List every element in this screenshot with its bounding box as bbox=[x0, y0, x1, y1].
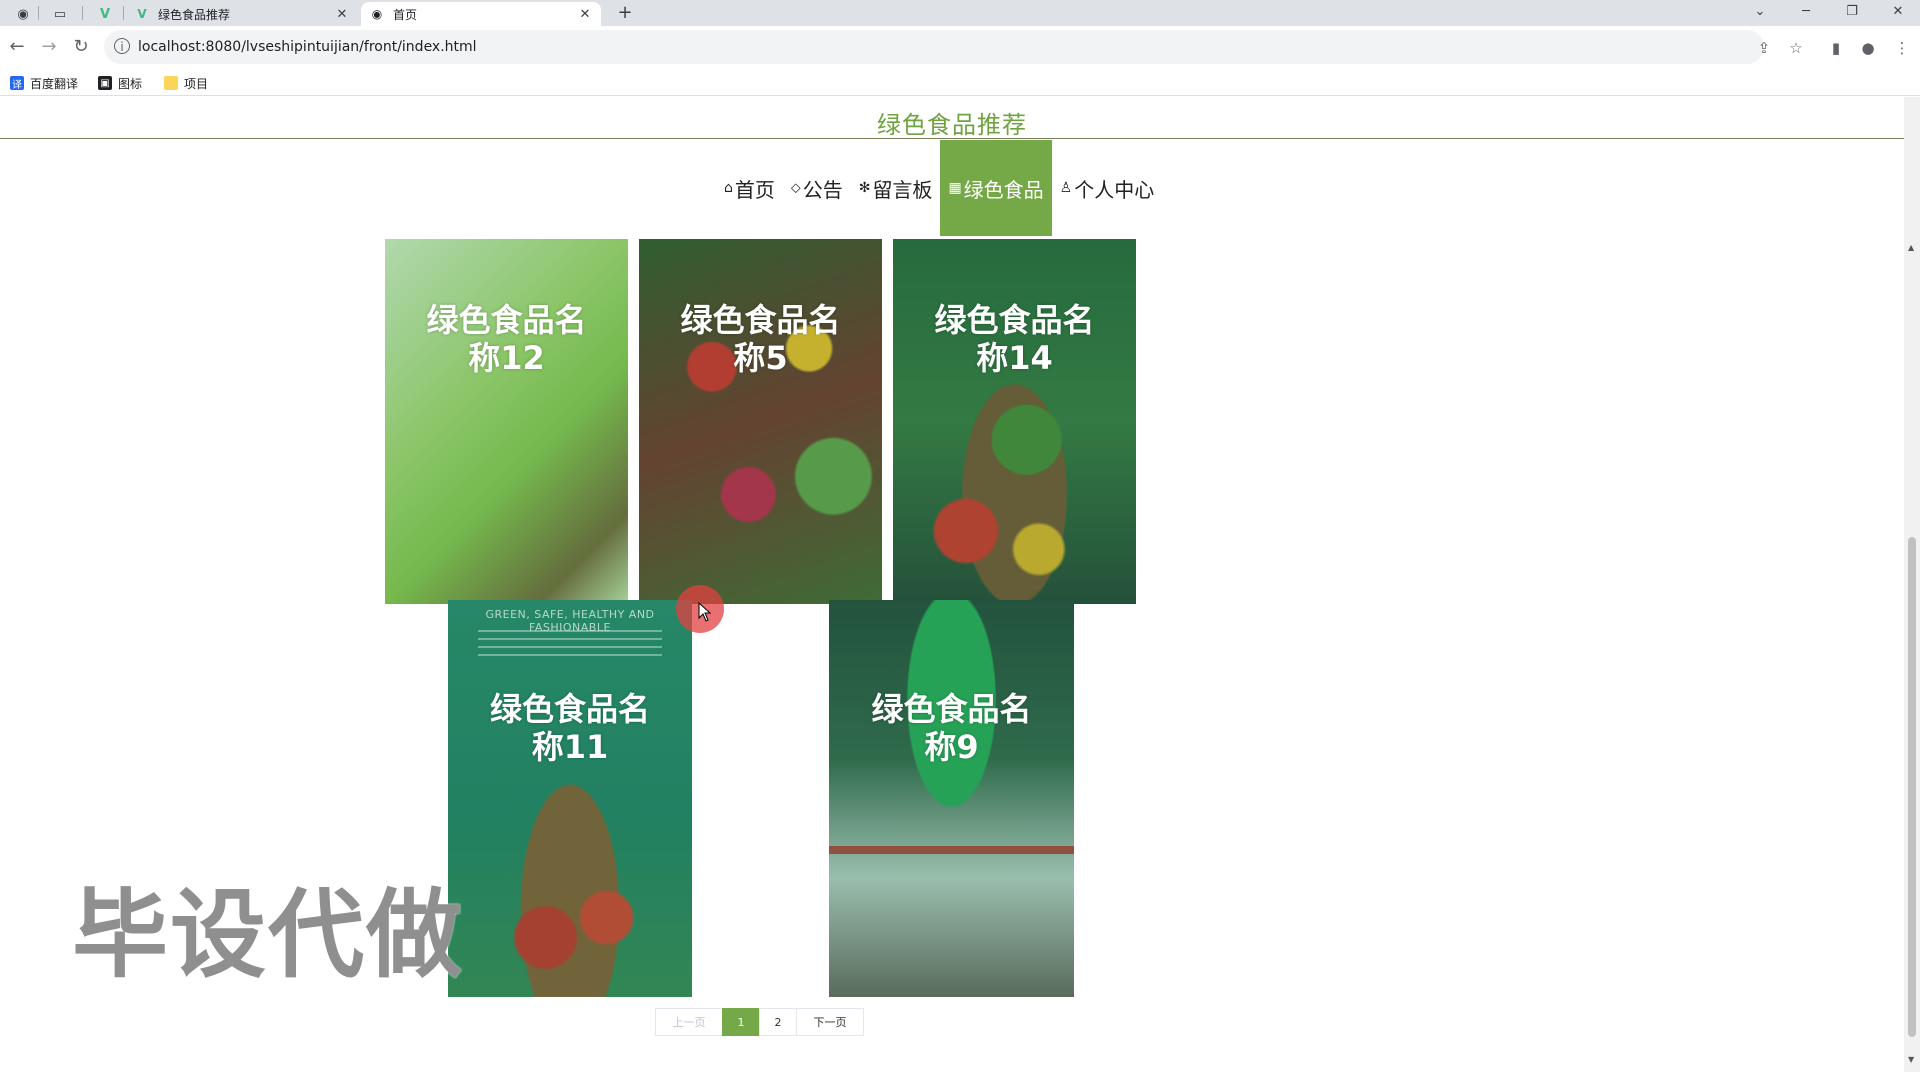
share-icon[interactable]: ⇪ bbox=[1754, 38, 1774, 58]
translate-icon: 译 bbox=[10, 76, 24, 91]
bookmarks-bar: 译 百度翻译 ▣ 图标 项目 bbox=[0, 70, 1920, 96]
tab-separator bbox=[82, 6, 83, 20]
bookmark-label: 图标 bbox=[118, 76, 143, 91]
product-name: 绿色食品名 称12 bbox=[426, 301, 587, 377]
window-close-button[interactable]: ✕ bbox=[1876, 0, 1920, 26]
product-card[interactable]: GREEN, SAFE, HEALTHY AND FASHIONABLE 绿色食… bbox=[448, 600, 692, 997]
product-card[interactable]: 绿色食品名 称9 bbox=[829, 600, 1074, 997]
reload-icon[interactable]: ↻ bbox=[70, 36, 92, 58]
image-overlay bbox=[639, 239, 882, 604]
mouse-cursor-icon bbox=[698, 602, 712, 622]
browser-tab-bar: ◉ ▭ V V 绿色食品推荐 ✕ ◉ 首页 ✕ + ⌄ ─ ❐ ✕ bbox=[0, 0, 1920, 26]
page-2-button[interactable]: 2 bbox=[759, 1008, 797, 1036]
product-name: 绿色食品名 称11 bbox=[489, 690, 650, 766]
blank-tab-icon[interactable]: ▭ bbox=[45, 2, 75, 26]
url-text[interactable]: localhost:8080/lvseshipintuijian/front/i… bbox=[138, 39, 477, 55]
product-card[interactable]: 绿色食品名 称12 bbox=[385, 239, 628, 604]
bookmark-label: 百度翻译 bbox=[30, 76, 79, 91]
site-info-icon[interactable]: i bbox=[114, 38, 130, 54]
image-icon: ▣ bbox=[98, 76, 112, 90]
tab-separator bbox=[123, 6, 124, 20]
bookmark-star-icon[interactable]: ☆ bbox=[1786, 38, 1806, 58]
folder-icon bbox=[164, 76, 178, 90]
tab-close-icon[interactable]: ✕ bbox=[334, 7, 350, 22]
tab-lvse-tuijian[interactable]: V 绿色食品推荐 ✕ bbox=[126, 2, 358, 26]
scrollbar-thumb[interactable] bbox=[1908, 537, 1916, 1037]
product-name: 绿色食品名 称5 bbox=[680, 301, 841, 377]
bookmark-label: 项目 bbox=[184, 76, 209, 91]
pagination: 上一页 1 2 下一页 bbox=[655, 1008, 864, 1036]
next-page-button[interactable]: 下一页 bbox=[796, 1008, 864, 1036]
product-name: 绿色食品名 称9 bbox=[871, 690, 1032, 766]
image-overlay bbox=[448, 600, 692, 997]
vertical-scrollbar[interactable]: ▲ ▼ bbox=[1904, 97, 1920, 1072]
prev-page-button[interactable]: 上一页 bbox=[655, 1008, 723, 1036]
tab-close-icon[interactable]: ✕ bbox=[577, 7, 593, 22]
restore-button[interactable]: ❐ bbox=[1830, 0, 1874, 26]
page-content: 绿色食品推荐 ⌂ 首页 ⬦ 公告 ✻ 留言板 ▦ 绿色食品 ♙ 个人中心 绿色食… bbox=[0, 97, 1904, 1072]
product-card[interactable]: 绿色食品名 称14 bbox=[893, 239, 1136, 604]
back-arrow-icon[interactable]: ← bbox=[6, 36, 28, 58]
bookmark-xiangmu[interactable]: 项目 bbox=[164, 74, 208, 92]
scroll-down-icon[interactable]: ▼ bbox=[1908, 1055, 1914, 1064]
tab-search-dropdown-icon[interactable]: ⌄ bbox=[1738, 0, 1782, 26]
tab-shouye[interactable]: ◉ 首页 ✕ bbox=[361, 2, 601, 26]
bookmark-baidu-fanyi[interactable]: 译 百度翻译 bbox=[10, 74, 78, 92]
globe-icon[interactable]: ◉ bbox=[8, 2, 38, 26]
tab-title: 绿色食品推荐 bbox=[158, 7, 231, 22]
image-overlay bbox=[385, 239, 628, 604]
profile-icon[interactable]: ● bbox=[1858, 38, 1878, 58]
tab-separator bbox=[38, 6, 39, 20]
page-1-button[interactable]: 1 bbox=[722, 1008, 760, 1036]
menu-kebab-icon[interactable]: ⋮ bbox=[1892, 38, 1912, 58]
new-tab-button[interactable]: + bbox=[614, 3, 636, 25]
vue-tab-icon[interactable]: V bbox=[90, 2, 120, 26]
product-name: 绿色食品名 称14 bbox=[934, 301, 1095, 377]
tab-title: 首页 bbox=[393, 7, 418, 22]
minimize-button[interactable]: ─ bbox=[1784, 0, 1828, 26]
image-overlay bbox=[829, 600, 1074, 997]
forward-arrow-icon[interactable]: → bbox=[38, 36, 60, 58]
address-bar[interactable]: i localhost:8080/lvseshipintuijian/front… bbox=[104, 30, 1764, 64]
product-card[interactable]: 绿色食品名 称5 bbox=[639, 239, 882, 604]
globe-favicon-icon: ◉ bbox=[371, 7, 383, 21]
browser-toolbar: ← → ↻ i localhost:8080/lvseshipintuijian… bbox=[0, 26, 1920, 70]
vue-favicon-icon: V bbox=[137, 7, 147, 21]
watermark-text: 毕设代做 bbox=[72, 879, 464, 991]
scroll-up-icon[interactable]: ▲ bbox=[1908, 243, 1914, 252]
side-panel-icon[interactable]: ▮ bbox=[1826, 38, 1846, 58]
image-overlay bbox=[893, 239, 1136, 604]
bookmark-tubiao[interactable]: ▣ 图标 bbox=[98, 74, 142, 92]
